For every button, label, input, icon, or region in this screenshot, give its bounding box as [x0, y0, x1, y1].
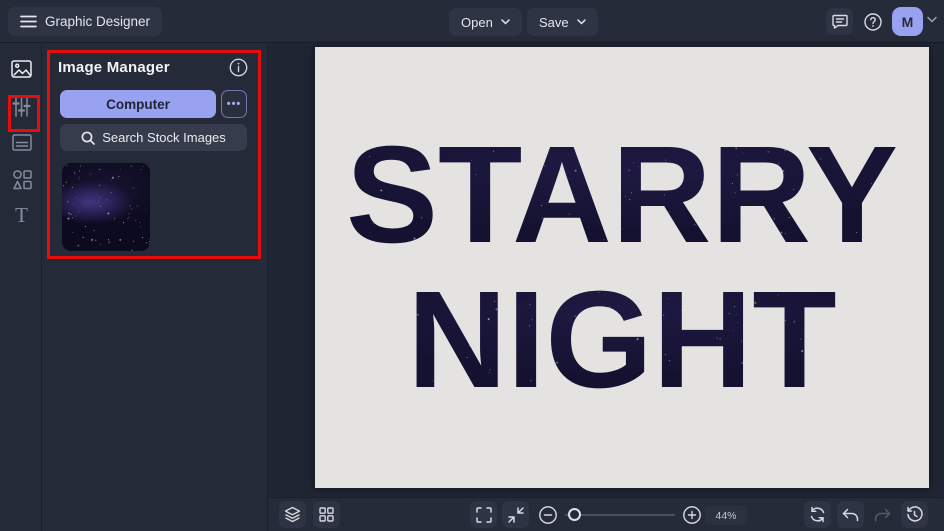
help-button[interactable]	[859, 8, 886, 35]
design-canvas[interactable]: STARRY NIGHT	[315, 47, 929, 488]
info-icon[interactable]	[229, 58, 248, 77]
reset-button[interactable]	[804, 501, 831, 528]
main-menu-button[interactable]: Graphic Designer	[8, 7, 162, 36]
chat-icon	[832, 14, 848, 29]
open-button[interactable]: Open	[449, 8, 522, 36]
layers-icon	[284, 506, 301, 523]
chevron-down-icon	[577, 19, 586, 25]
topbar: Graphic Designer Open Save M	[0, 0, 944, 43]
graphic-designer-app: Graphic Designer Open Save M	[0, 0, 944, 531]
user-avatar[interactable]: M	[892, 7, 923, 36]
ellipsis-icon: •••	[227, 98, 242, 110]
zoom-out-icon	[538, 505, 558, 525]
zoom-level-field[interactable]: 44%	[705, 506, 747, 525]
undo-button[interactable]	[837, 501, 864, 528]
sidebar-item-text[interactable]: T	[10, 204, 33, 227]
canvas-text-line1[interactable]: STARRY	[346, 123, 898, 268]
fullscreen-button[interactable]	[470, 501, 497, 528]
sidebar-item-edit[interactable]	[10, 95, 33, 118]
text-icon: T	[15, 205, 28, 226]
chevron-down-icon	[501, 19, 510, 25]
sidebar-item-graphics[interactable]	[10, 168, 33, 191]
canvas-text-line2[interactable]: NIGHT	[407, 268, 836, 413]
account-chevron-down-icon[interactable]	[927, 16, 937, 23]
zoom-in-button[interactable]	[678, 501, 705, 528]
more-options-button[interactable]: •••	[221, 90, 247, 118]
panel-title: Image Manager	[58, 59, 170, 76]
redo-icon	[874, 508, 891, 522]
layers-button[interactable]	[279, 501, 306, 528]
history-button[interactable]	[901, 501, 928, 528]
shapes-icon	[12, 169, 32, 190]
expand-icon	[476, 507, 492, 523]
frame-icon	[12, 134, 32, 151]
canvas-workarea: STARRY NIGHT	[268, 43, 944, 497]
search-stock-images-button[interactable]: Search Stock Images	[60, 124, 247, 151]
sidebar-item-images[interactable]	[10, 57, 33, 80]
grid-view-button[interactable]	[313, 501, 340, 528]
question-icon	[863, 12, 883, 32]
feedback-button[interactable]	[826, 8, 853, 35]
zoom-in-icon	[682, 505, 702, 525]
image-icon	[11, 60, 32, 78]
image-manager-panel: Image Manager Computer ••• Search Stock …	[42, 43, 268, 531]
starry-night-thumbnail[interactable]	[62, 163, 150, 251]
sliders-icon	[12, 97, 31, 117]
zoom-out-button[interactable]	[534, 501, 561, 528]
fit-to-screen-button[interactable]	[502, 501, 529, 528]
zoom-slider[interactable]	[565, 514, 675, 516]
grid-icon	[319, 507, 334, 522]
app-title: Graphic Designer	[45, 14, 150, 29]
redo-button[interactable]	[869, 501, 896, 528]
sidebar-item-templates[interactable]	[10, 131, 33, 154]
reset-icon	[809, 506, 826, 523]
tool-sidebar: T	[0, 43, 42, 531]
hamburger-icon	[20, 15, 37, 28]
fit-screen-icon	[508, 507, 524, 523]
search-icon	[81, 131, 95, 145]
save-button[interactable]: Save	[527, 8, 598, 36]
bottom-toolbar: 44%	[268, 497, 944, 531]
zoom-slider-handle[interactable]	[568, 508, 581, 521]
undo-icon	[842, 508, 859, 522]
computer-upload-button[interactable]: Computer	[60, 90, 216, 118]
history-icon	[906, 506, 923, 523]
